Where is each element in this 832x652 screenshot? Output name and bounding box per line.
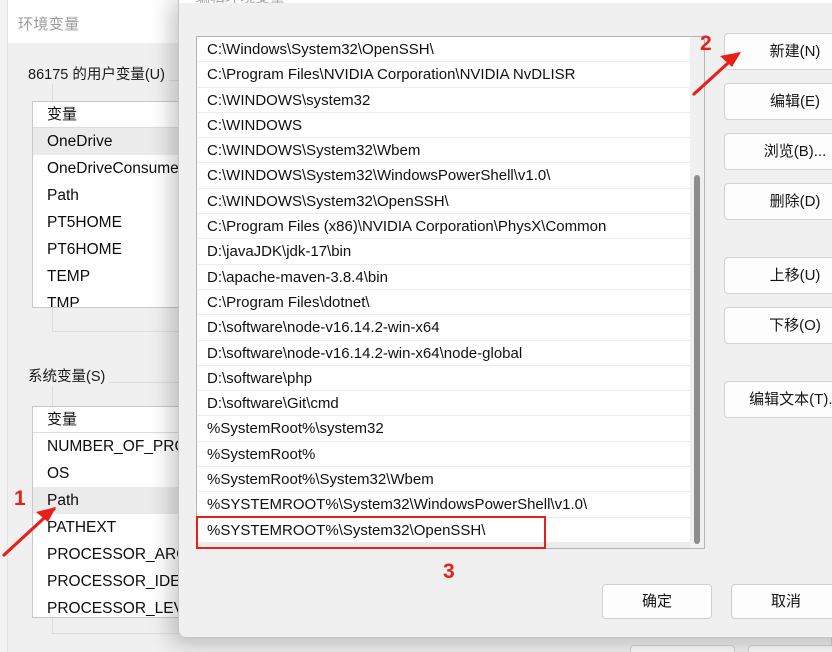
user-variables-group-label: 86175 的用户变量(U) bbox=[24, 63, 169, 84]
path-entry-row[interactable]: D:\software\mysql-8.0.29-winx64\bin bbox=[197, 543, 704, 549]
annotation-marker-3: 3 bbox=[443, 561, 455, 582]
path-entry-row[interactable]: %SYSTEMROOT%\System32\WindowsPowerShell\… bbox=[197, 492, 704, 517]
screen: 环境变量 86175 的用户变量(U) 变量 OneDriveOneDriveC… bbox=[0, 0, 832, 652]
path-entry-row[interactable]: %SystemRoot%\system32 bbox=[197, 416, 704, 441]
path-entry-row[interactable]: C:\Program Files\dotnet\ bbox=[197, 290, 704, 315]
path-rows-container: C:\Windows\System32\OpenSSH\C:\Program F… bbox=[197, 37, 704, 549]
edit-button[interactable]: 编辑(E) bbox=[724, 83, 832, 120]
path-entry-row[interactable]: D:\software\node-v16.14.2-win-x64\node-g… bbox=[197, 341, 704, 366]
dialog-titlebar: 编辑环境变量 bbox=[179, 0, 832, 3]
path-entry-row[interactable]: D:\javaJDK\jdk-17\bin bbox=[197, 239, 704, 264]
path-list-scrollbar[interactable] bbox=[690, 37, 704, 548]
window-left-edge bbox=[0, 0, 8, 652]
move-up-button[interactable]: 上移(U) bbox=[724, 257, 832, 294]
cancel-button[interactable]: 取消 bbox=[731, 584, 832, 619]
path-entry-row[interactable]: C:\WINDOWS bbox=[197, 113, 704, 138]
annotation-marker-2: 2 bbox=[700, 33, 712, 54]
background-cancel-button[interactable] bbox=[748, 645, 832, 652]
new-button[interactable]: 新建(N) bbox=[724, 33, 832, 70]
path-entry-row[interactable]: D:\software\php bbox=[197, 366, 704, 391]
delete-button[interactable]: 删除(D) bbox=[724, 183, 832, 220]
path-entry-row[interactable]: %SystemRoot% bbox=[197, 442, 704, 467]
system-variables-group-label: 系统变量(S) bbox=[24, 365, 109, 386]
path-entry-row[interactable]: D:\software\Git\cmd bbox=[197, 391, 704, 416]
path-entry-row[interactable]: C:\WINDOWS\System32\Wbem bbox=[197, 138, 704, 163]
ok-button[interactable]: 确定 bbox=[602, 584, 712, 619]
path-entry-row[interactable]: C:\WINDOWS\system32 bbox=[197, 88, 704, 113]
browse-button[interactable]: 浏览(B)... bbox=[724, 133, 832, 170]
path-entry-row[interactable]: C:\WINDOWS\System32\OpenSSH\ bbox=[197, 189, 704, 214]
path-entry-row[interactable]: %SYSTEMROOT%\System32\OpenSSH\ bbox=[197, 518, 704, 543]
path-entry-row[interactable]: C:\Windows\System32\OpenSSH\ bbox=[197, 37, 704, 62]
edit-text-button[interactable]: 编辑文本(T)... bbox=[724, 381, 832, 418]
edit-environment-variable-dialog: 编辑环境变量 C:\Windows\System32\OpenSSH\C:\Pr… bbox=[178, 0, 832, 638]
move-down-button[interactable]: 下移(O) bbox=[724, 307, 832, 344]
path-entry-row[interactable]: C:\Program Files\NVIDIA Corporation\NVID… bbox=[197, 62, 704, 87]
path-entry-row[interactable]: C:\WINDOWS\System32\WindowsPowerShell\v1… bbox=[197, 163, 704, 188]
path-list-scrollbar-thumb[interactable] bbox=[694, 175, 700, 544]
background-window-title: 环境变量 bbox=[18, 13, 80, 34]
path-entry-row[interactable]: C:\Program Files (x86)\NVIDIA Corporatio… bbox=[197, 214, 704, 239]
background-ok-button[interactable] bbox=[630, 645, 735, 652]
annotation-marker-1: 1 bbox=[14, 488, 26, 509]
path-entry-row[interactable]: D:\apache-maven-3.8.4\bin bbox=[197, 265, 704, 290]
path-entry-row[interactable]: D:\software\node-v16.14.2-win-x64 bbox=[197, 315, 704, 340]
path-entry-row[interactable]: %SystemRoot%\System32\Wbem bbox=[197, 467, 704, 492]
dialog-title: 编辑环境变量 bbox=[195, 0, 285, 3]
path-entries-list[interactable]: C:\Windows\System32\OpenSSH\C:\Program F… bbox=[196, 36, 705, 549]
